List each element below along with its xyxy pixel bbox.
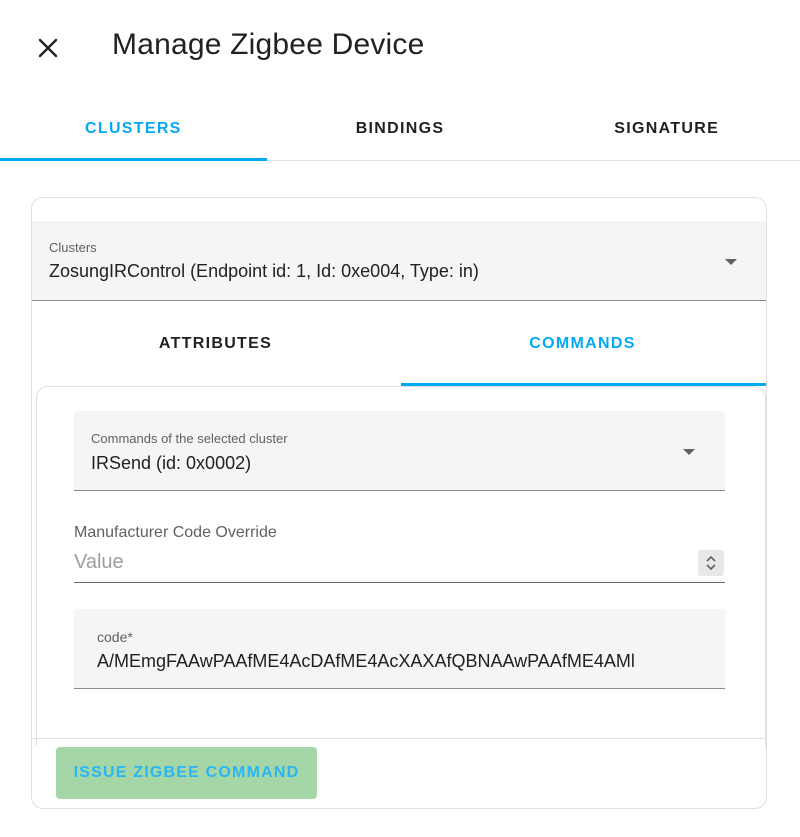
code-field-value[interactable]: A/MEmgFAAwPAAfME4AcDAfME4AcXAXAfQBNAAwPA… [97,651,707,672]
manufacturer-override-input[interactable] [74,547,674,577]
tab-attributes[interactable]: ATTRIBUTES [32,302,399,386]
caret-down-icon [725,259,737,265]
clusters-select-value: ZosungIRControl (Endpoint id: 1, Id: 0xe… [49,261,479,281]
number-spinner[interactable] [698,550,724,576]
code-field-label: code* [97,629,133,645]
dialog-header: Manage Zigbee Device [0,0,800,95]
tab-bindings[interactable]: BINDINGS [267,97,534,160]
tab-signature[interactable]: SIGNATURE [533,97,800,160]
commands-select[interactable]: Commands of the selected cluster IRSend … [74,411,725,491]
dialog-title: Manage Zigbee Device [112,28,425,61]
tab-clusters[interactable]: CLUSTERS [0,97,267,161]
code-field[interactable]: code* A/MEmgFAAwPAAfME4AcDAfME4AcXAXAfQB… [74,609,725,689]
card-actions: ISSUE ZIGBEE COMMAND [32,738,766,808]
tab-commands[interactable]: COMMANDS [399,302,766,386]
commands-panel: Commands of the selected cluster IRSend … [36,386,766,746]
clusters-select[interactable]: Clusters ZosungIRControl (Endpoint id: 1… [32,221,766,301]
manufacturer-override-field [74,545,725,583]
commands-select-label: Commands of the selected cluster [91,431,288,446]
clusters-select-label: Clusters [49,240,97,255]
commands-select-value: IRSend (id: 0x0002) [91,453,252,473]
spinner-updown-icon [706,555,716,571]
manufacturer-override-label: Manufacturer Code Override [74,524,277,541]
cluster-subtabs: ATTRIBUTES COMMANDS [32,302,766,386]
issue-zigbee-command-button[interactable]: ISSUE ZIGBEE COMMAND [56,747,317,799]
close-button[interactable] [30,30,66,66]
close-icon [38,38,58,58]
caret-down-icon [683,449,695,455]
clusters-card: Clusters ZosungIRControl (Endpoint id: 1… [31,197,767,809]
main-tabs: CLUSTERS BINDINGS SIGNATURE [0,97,800,161]
